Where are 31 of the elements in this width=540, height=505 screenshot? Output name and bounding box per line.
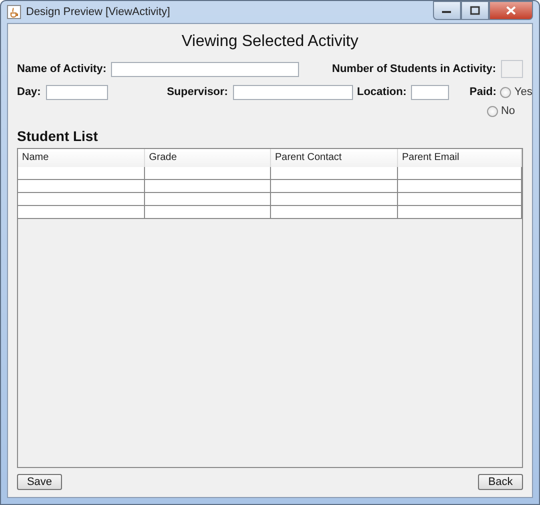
field-label: Supervisor: (166, 86, 228, 98)
radio-button[interactable]: No (486, 105, 515, 117)
field-label: Paid: (469, 86, 496, 98)
maximize-icon (470, 6, 480, 15)
window-title: Design Preview [ViewActivity] (26, 6, 170, 18)
input-field[interactable] (232, 84, 353, 100)
table-row[interactable] (18, 180, 522, 193)
field-label: Day: (17, 86, 41, 98)
save-button[interactable]: Save (17, 474, 62, 490)
input-field[interactable] (46, 84, 108, 100)
close-button[interactable] (489, 1, 533, 20)
minimize-button[interactable] (433, 1, 461, 20)
input-field[interactable] (411, 84, 450, 100)
cup-icon (7, 5, 21, 19)
input-field[interactable] (111, 62, 300, 76)
close-icon (506, 6, 516, 15)
table-row[interactable] (18, 193, 522, 206)
field-label: Name of Activity: (17, 63, 106, 75)
table-row[interactable] (18, 206, 522, 219)
maximize-button[interactable] (461, 1, 489, 20)
column-header[interactable]: Parent Contact (271, 149, 398, 167)
back-button[interactable]: Back (478, 474, 523, 490)
section-title: Student List (17, 128, 99, 144)
column-header[interactable]: Grade (145, 149, 271, 167)
column-header[interactable]: Parent Email (398, 149, 522, 167)
field-label: Number of Students in Activity: (332, 63, 496, 75)
column-header[interactable]: Name (18, 149, 145, 167)
field-label: Location: (356, 86, 406, 98)
radio-button[interactable]: Yes (500, 86, 532, 98)
form-heading: Viewing Selected Activity (180, 33, 360, 51)
table-row[interactable] (18, 167, 522, 180)
